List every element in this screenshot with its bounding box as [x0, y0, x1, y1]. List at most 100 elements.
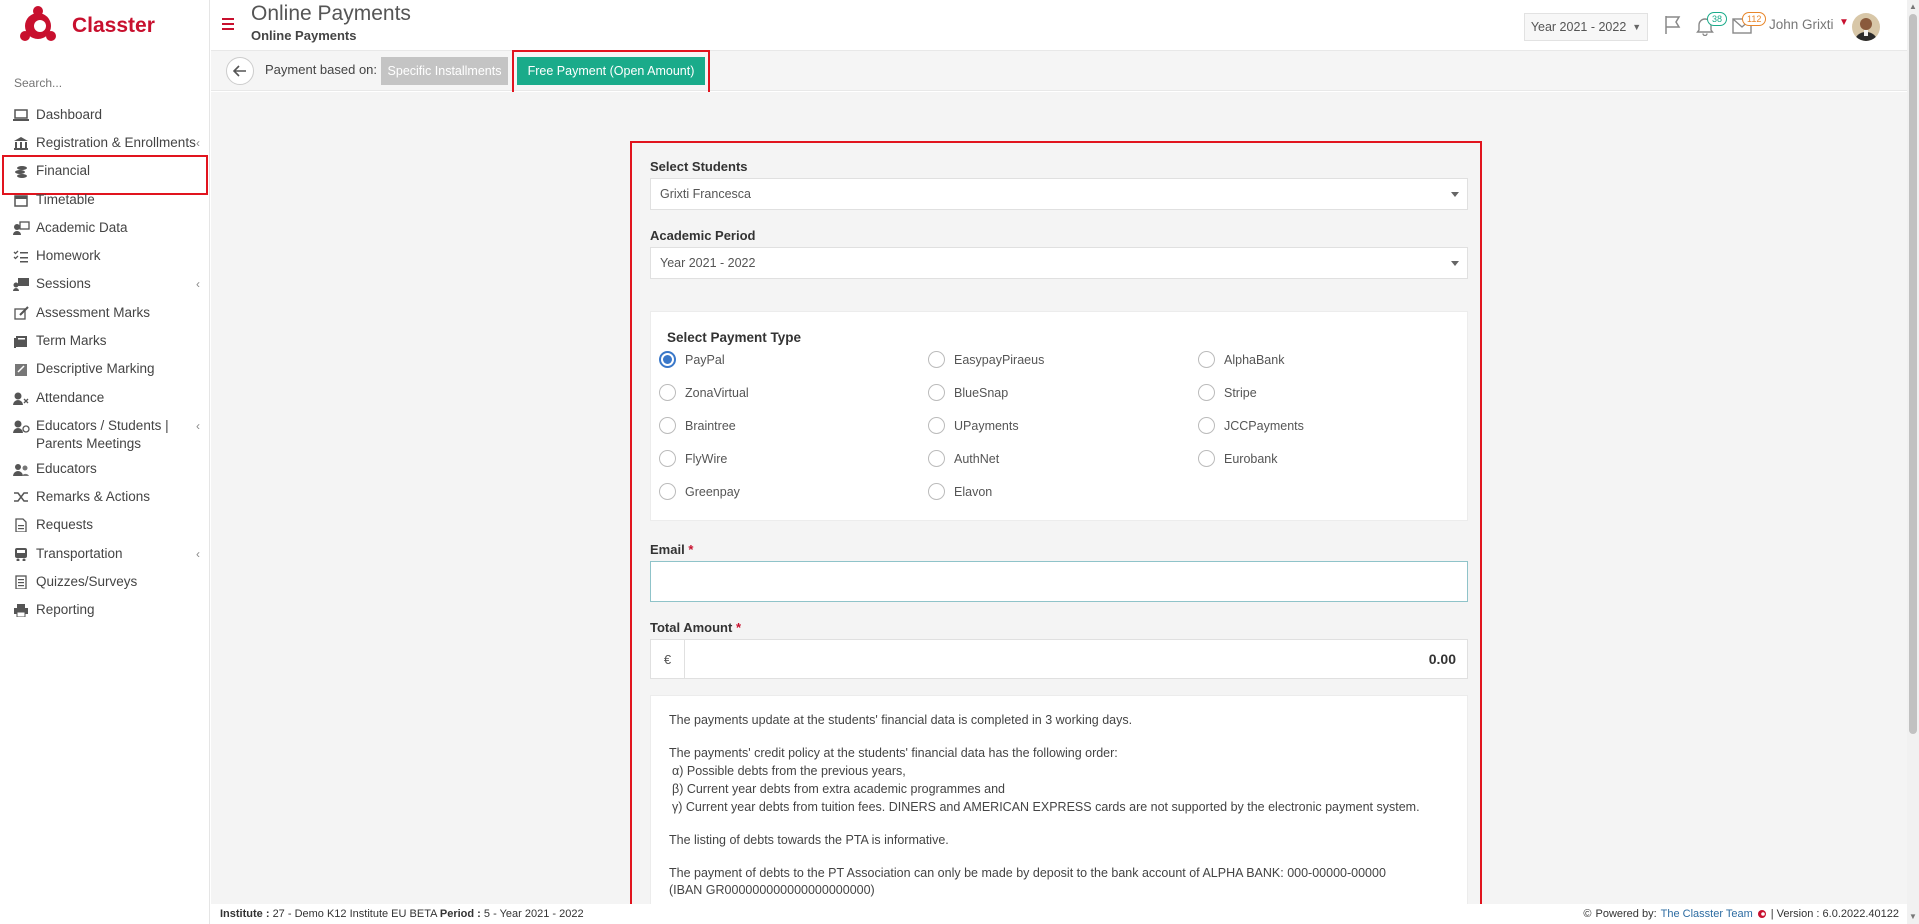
payment-type-label: Greenpay	[685, 484, 740, 499]
sidebar-item-requests[interactable]: Requests	[4, 514, 206, 534]
marking-icon	[15, 364, 27, 376]
radio-button[interactable]	[1198, 450, 1215, 467]
sidebar-item-remarks-actions[interactable]: Remarks & Actions	[4, 486, 206, 506]
payment-type-flywire[interactable]: FlyWire	[659, 450, 727, 467]
classter-team-link[interactable]: The Classter Team	[1661, 908, 1753, 920]
sidebar-item-educators[interactable]: Educators	[4, 458, 206, 478]
sidebar-item-label: Attendance	[36, 390, 105, 405]
hamburger-menu-icon[interactable]	[222, 18, 236, 30]
radio-button[interactable]	[1198, 384, 1215, 401]
sidebar-item-homework[interactable]: Homework	[4, 245, 206, 265]
users-icon	[13, 464, 29, 476]
sidebar-item-attendance[interactable]: Attendance	[4, 387, 206, 407]
payment-type-label: ZonaVirtual	[685, 385, 749, 400]
sidebar-item-reporting[interactable]: Reporting	[4, 599, 206, 619]
sidebar-item-label: Remarks & Actions	[36, 489, 151, 504]
payment-type-upayments[interactable]: UPayments	[928, 417, 1019, 434]
sidebar-item-educators-students-parents-meetings[interactable]: Educators / Students | Parents Meetings ‹	[4, 415, 206, 453]
payment-type-label: Stripe	[1224, 385, 1257, 400]
radio-button[interactable]	[659, 417, 676, 434]
sidebar-item-label: Homework	[36, 248, 101, 263]
payment-type-paypal[interactable]: PayPal	[659, 351, 725, 368]
radio-button[interactable]	[659, 483, 676, 500]
search-input[interactable]	[12, 72, 202, 94]
free-payment-button[interactable]: Free Payment (Open Amount)	[517, 57, 705, 85]
radio-button[interactable]	[1198, 417, 1215, 434]
radio-button[interactable]	[928, 483, 945, 500]
radio-button[interactable]	[659, 351, 676, 368]
payment-type-alphabank[interactable]: AlphaBank	[1198, 351, 1284, 368]
logo[interactable]: Classter	[18, 6, 155, 46]
page-title: Online Payments	[251, 2, 411, 25]
radio-button[interactable]	[659, 450, 676, 467]
payment-type-label: AuthNet	[954, 451, 1000, 466]
chevron-down-icon: ▼	[1632, 22, 1642, 32]
radio-button[interactable]	[928, 450, 945, 467]
chevron-left-icon: ‹	[196, 547, 200, 561]
total-amount-label: Total Amount *	[650, 620, 742, 635]
total-amount-group: €	[650, 639, 1468, 679]
payment-type-zonavirtual[interactable]: ZonaVirtual	[659, 384, 749, 401]
select-students-dropdown[interactable]: Grixti Francesca	[650, 178, 1468, 210]
payment-type-stripe[interactable]: Stripe	[1198, 384, 1257, 401]
notifications-badge: 38	[1707, 12, 1728, 26]
payment-type-label: Eurobank	[1224, 451, 1278, 466]
avatar[interactable]	[1852, 13, 1880, 41]
radio-button[interactable]	[928, 351, 945, 368]
academic-period-dropdown[interactable]: Year 2021 - 2022	[650, 247, 1468, 279]
payment-type-eurobank[interactable]: Eurobank	[1198, 450, 1278, 467]
radio-button[interactable]	[928, 384, 945, 401]
year-selector[interactable]: Year 2021 - 2022 ▼	[1524, 13, 1648, 41]
payment-type-elavon[interactable]: Elavon	[928, 483, 992, 500]
radio-button[interactable]	[659, 384, 676, 401]
payment-type-authnet[interactable]: AuthNet	[928, 450, 999, 467]
required-mark: *	[688, 542, 694, 557]
flag-icon[interactable]	[1662, 14, 1684, 36]
sidebar-item-registration-enrollments[interactable]: Registration & Enrollments ‹	[4, 132, 206, 152]
total-amount-input[interactable]	[685, 640, 1467, 678]
sidebar: Classter Dashboard Registration & Enrollm…	[0, 0, 210, 924]
payment-type-braintree[interactable]: Braintree	[659, 417, 736, 434]
laptop-icon	[13, 109, 29, 121]
specific-installments-button[interactable]: Specific Installments	[381, 57, 508, 85]
payment-type-greenpay[interactable]: Greenpay	[659, 483, 740, 500]
sidebar-item-timetable[interactable]: Timetable	[4, 189, 206, 209]
sidebar-item-sessions[interactable]: Sessions ‹	[4, 273, 206, 293]
payment-type-bluesnap[interactable]: BlueSnap	[928, 384, 1008, 401]
user-name[interactable]: John Grixti	[1769, 17, 1834, 32]
notifications-button[interactable]: 38	[1693, 12, 1728, 40]
sidebar-item-quizzes-surveys[interactable]: Quizzes/Surveys	[4, 571, 206, 591]
sidebar-item-financial[interactable]: Financial	[2, 155, 208, 195]
messages-button[interactable]: 112	[1730, 12, 1767, 40]
chevron-down-icon[interactable]: ▼	[1839, 17, 1849, 28]
sidebar-item-academic-data[interactable]: Academic Data	[4, 217, 206, 237]
payment-type-jccpayments[interactable]: JCCPayments	[1198, 417, 1304, 434]
scroll-down-arrow-icon[interactable]: ▼	[1909, 913, 1917, 921]
coins-icon	[15, 166, 27, 178]
caret-down-icon	[1451, 192, 1459, 197]
user-board-icon	[13, 221, 30, 235]
checklist-icon	[13, 250, 28, 263]
back-button[interactable]	[226, 57, 254, 85]
messages-badge: 112	[1742, 12, 1767, 26]
sidebar-item-descriptive-marking[interactable]: Descriptive Marking	[4, 358, 206, 378]
select-students-label: Select Students	[650, 159, 748, 174]
sidebar-item-term-marks[interactable]: Term Marks	[4, 330, 206, 350]
scroll-up-arrow-icon[interactable]: ▲	[1909, 3, 1917, 11]
chevron-left-icon: ‹	[196, 136, 200, 150]
radio-button[interactable]	[1198, 351, 1215, 368]
radio-button[interactable]	[928, 417, 945, 434]
shuffle-icon	[14, 492, 28, 502]
scrollbar-thumb[interactable]	[1909, 14, 1917, 734]
payment-type-card: Select Payment Type PayPal EasypayPiraeus…	[650, 311, 1468, 521]
sidebar-item-transportation[interactable]: Transportation ‹	[4, 543, 206, 563]
payment-type-label: PayPal	[685, 352, 725, 367]
meeting-icon	[13, 420, 30, 433]
payment-type-label: BlueSnap	[954, 385, 1009, 400]
chevron-left-icon: ‹	[196, 277, 200, 291]
email-field[interactable]	[650, 561, 1468, 602]
sidebar-item-dashboard[interactable]: Dashboard	[4, 104, 206, 124]
payment-type-easypaypiraeus[interactable]: EasypayPiraeus	[928, 351, 1044, 368]
sidebar-item-assessment-marks[interactable]: Assessment Marks	[4, 302, 206, 322]
sidebar-item-label: Descriptive Marking	[36, 361, 155, 376]
